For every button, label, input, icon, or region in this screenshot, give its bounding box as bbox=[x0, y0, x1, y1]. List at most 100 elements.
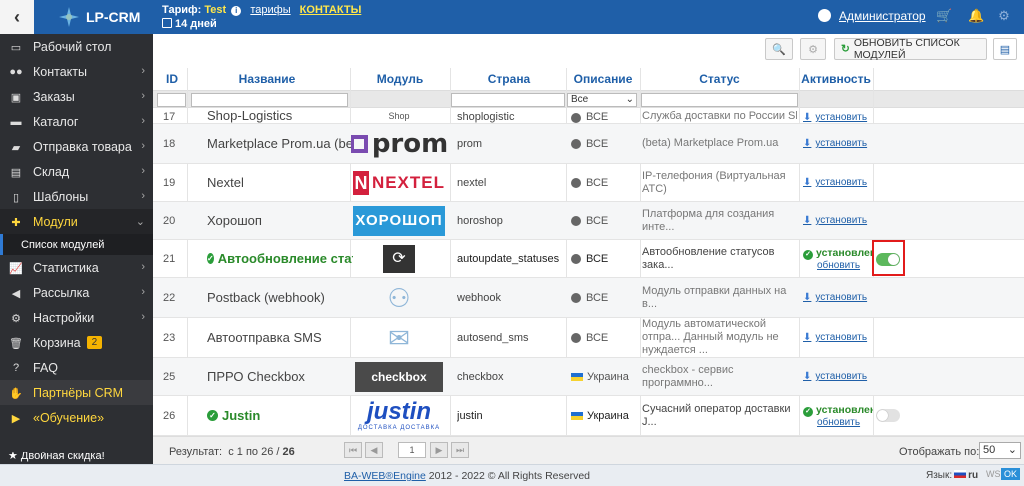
row-name: ✓ Justin bbox=[207, 396, 353, 435]
sidebar-item-label: Шаблоны bbox=[33, 189, 89, 204]
tariffs-link[interactable]: тарифы bbox=[250, 4, 290, 16]
document-button[interactable]: ▤ bbox=[993, 38, 1017, 60]
copyright-link[interactable]: BA-WEB®Engine bbox=[344, 470, 426, 482]
prom-logo: prom bbox=[351, 124, 447, 163]
row-module: justin bbox=[457, 409, 483, 422]
logo-icon bbox=[59, 7, 79, 27]
column-header-country[interactable]: Страна bbox=[451, 72, 567, 86]
row-country: ВСЕ bbox=[571, 278, 641, 317]
sidebar-item-mailing[interactable]: ◀ Рассылка › bbox=[0, 280, 153, 305]
user-menu[interactable]: Администратор bbox=[818, 9, 926, 23]
row-status: ✓ установлен обновить bbox=[803, 240, 873, 277]
install-link[interactable]: ⬇ установить bbox=[803, 215, 867, 226]
table-footer: Результат: с 1 по 26 / 26 ⏮ ◀ 1 ▶ ⏭ Отоб… bbox=[153, 436, 1024, 464]
column-header-description[interactable]: Описание bbox=[567, 72, 639, 86]
sidebar-item-label: Каталог bbox=[33, 114, 79, 129]
cart-icon[interactable]: 🛒 bbox=[936, 9, 952, 23]
sidebar-item-partners[interactable]: ✋ Партнёры CRM bbox=[0, 380, 153, 405]
row-status: ⬇ установить bbox=[803, 108, 873, 123]
filter-module-input[interactable] bbox=[451, 93, 565, 107]
prev-page-button[interactable]: ◀ bbox=[365, 442, 383, 458]
sidebar-item-contacts[interactable]: ●● Контакты › bbox=[0, 59, 153, 84]
table-row[interactable]: 25 ПРРО Checkbox checkbox checkbox Украи… bbox=[153, 358, 1024, 396]
last-page-button[interactable]: ⏭ bbox=[451, 442, 469, 458]
table-row[interactable]: 19 Nextel N NEXTEL nextel ВСЕ IP-телефони… bbox=[153, 164, 1024, 202]
horoshop-logo: ХОРОШОП bbox=[351, 202, 447, 239]
search-button[interactable]: 🔍 bbox=[765, 38, 793, 60]
contacts-link[interactable]: КОНТАКТЫ bbox=[300, 4, 362, 16]
sidebar-item-label: Партнёры CRM bbox=[33, 385, 124, 400]
chevron-left-icon[interactable]: ‹ bbox=[0, 0, 34, 34]
sidebar-item-modules[interactable]: ✚ Модули ⌄ bbox=[0, 209, 153, 234]
row-status: ⬇ установить bbox=[803, 318, 873, 357]
table-row[interactable]: 26 ✓ Justin justin ДОСТАВКА ДОСТАВКА justi… bbox=[153, 396, 1024, 436]
sidebar-item-templates[interactable]: ▯ Шаблоны › bbox=[0, 184, 153, 209]
activity-toggle[interactable] bbox=[876, 409, 900, 422]
user-name[interactable]: Администратор bbox=[839, 9, 926, 23]
column-header-activity[interactable]: Активность bbox=[799, 72, 873, 86]
sidebar-item-statistics[interactable]: 📈 Статистика › bbox=[0, 255, 153, 280]
days-left: 14 дней bbox=[175, 18, 217, 30]
next-page-button[interactable]: ▶ bbox=[430, 442, 448, 458]
chevron-right-icon: › bbox=[141, 261, 145, 273]
per-page-select[interactable]: 50 ⌄ bbox=[979, 442, 1021, 459]
autoupdate-logo: ⟳ bbox=[351, 240, 447, 277]
sidebar-item-label: Модули bbox=[33, 214, 78, 229]
filter-description-input[interactable] bbox=[641, 93, 798, 107]
install-link[interactable]: ⬇ установить bbox=[803, 138, 867, 149]
install-link[interactable]: ⬇ установить bbox=[803, 371, 867, 382]
language-selector[interactable]: Язык: ru bbox=[926, 470, 978, 481]
install-link[interactable]: ⬇ установить bbox=[803, 177, 867, 188]
sidebar-subitem-modules-list[interactable]: Список модулей bbox=[0, 234, 153, 255]
row-status: ⬇ установить bbox=[803, 278, 873, 317]
update-link[interactable]: обновить bbox=[817, 260, 860, 271]
filter-country-select[interactable]: Все ⌄ bbox=[567, 93, 637, 107]
sidebar-item-warehouse[interactable]: ▤ Склад › bbox=[0, 159, 153, 184]
sidebar-item-trash[interactable]: 🗑 Корзина 2 bbox=[0, 330, 153, 355]
settings-button[interactable]: ⚙ bbox=[800, 38, 826, 60]
bell-icon[interactable]: 🔔 bbox=[968, 9, 984, 23]
filter-name-input[interactable] bbox=[191, 93, 348, 107]
row-description: Платформа для создания инте... bbox=[642, 207, 775, 233]
table-row[interactable]: 23 Автоотправка SMS ✉ autosend_sms ВСЕ М… bbox=[153, 318, 1024, 358]
table-row[interactable]: 18 Marketplace Prom.ua (beta) prom prom … bbox=[153, 124, 1024, 164]
table-row[interactable]: 17 Shop-Logistics Shop shoplogistic ВСЕ … bbox=[153, 108, 1024, 124]
gear-icon[interactable]: ⚙ bbox=[997, 9, 1011, 23]
refresh-icon: ↻ bbox=[841, 43, 850, 55]
download-icon: ⬇ bbox=[803, 177, 812, 188]
prom-logo-mark: prom bbox=[351, 129, 447, 159]
info-icon[interactable]: i bbox=[231, 6, 242, 16]
trash-icon: 🗑 bbox=[9, 337, 23, 350]
sidebar-item-orders[interactable]: ▣ Заказы › bbox=[0, 84, 153, 109]
column-header-status[interactable]: Статус bbox=[642, 72, 797, 86]
chevron-right-icon: › bbox=[141, 165, 145, 177]
toggle-knob bbox=[877, 410, 888, 421]
sidebar-item-discount[interactable]: ★ Двойная скидка! bbox=[0, 452, 153, 464]
install-link[interactable]: ⬇ установить bbox=[803, 332, 867, 343]
column-header-id[interactable]: ID bbox=[161, 72, 183, 86]
refresh-modules-button[interactable]: ↻ ОБНОВИТЬ СПИСОК МОДУЛЕЙ bbox=[834, 37, 987, 61]
row-name: ✓Автообновление статусов bbox=[207, 240, 353, 277]
column-header-module[interactable]: Модуль bbox=[353, 72, 447, 86]
table-row[interactable]: 22 Postback (webhook) ⚇ webhook ВСЕ Моду… bbox=[153, 278, 1024, 318]
filter-id-input[interactable] bbox=[157, 93, 186, 107]
row-description: Служба доставки по России Sh... bbox=[642, 110, 797, 122]
install-link[interactable]: ⬇ установить bbox=[803, 112, 867, 123]
column-header-name[interactable]: Название bbox=[207, 72, 327, 86]
row-id: 17 bbox=[163, 111, 176, 123]
user-icon bbox=[818, 9, 831, 22]
install-link[interactable]: ⬇ установить bbox=[803, 292, 867, 303]
sidebar-item-learning[interactable]: ▶ «Обучение» bbox=[0, 405, 153, 430]
update-link[interactable]: обновить bbox=[817, 417, 860, 428]
page-number-input[interactable]: 1 bbox=[398, 442, 426, 458]
sidebar-item-catalog[interactable]: ▬ Каталог › bbox=[0, 109, 153, 134]
install-label: установить bbox=[815, 215, 868, 226]
installed-status: ✓ установлен bbox=[803, 247, 873, 260]
first-page-button[interactable]: ⏮ bbox=[344, 442, 362, 458]
refresh-icon: ⟳ bbox=[383, 244, 415, 273]
sidebar-item-settings[interactable]: ⚙ Настройки › bbox=[0, 305, 153, 330]
table-row[interactable]: 20 Хорошоп ХОРОШОП horoshop ВСЕ Платформ… bbox=[153, 202, 1024, 240]
sidebar-item-faq[interactable]: ? FAQ bbox=[0, 355, 153, 380]
sidebar-item-shipping[interactable]: ▰ Отправка товара › bbox=[0, 134, 153, 159]
sidebar-item-desktop[interactable]: ▭ Рабочий стол bbox=[0, 34, 153, 59]
